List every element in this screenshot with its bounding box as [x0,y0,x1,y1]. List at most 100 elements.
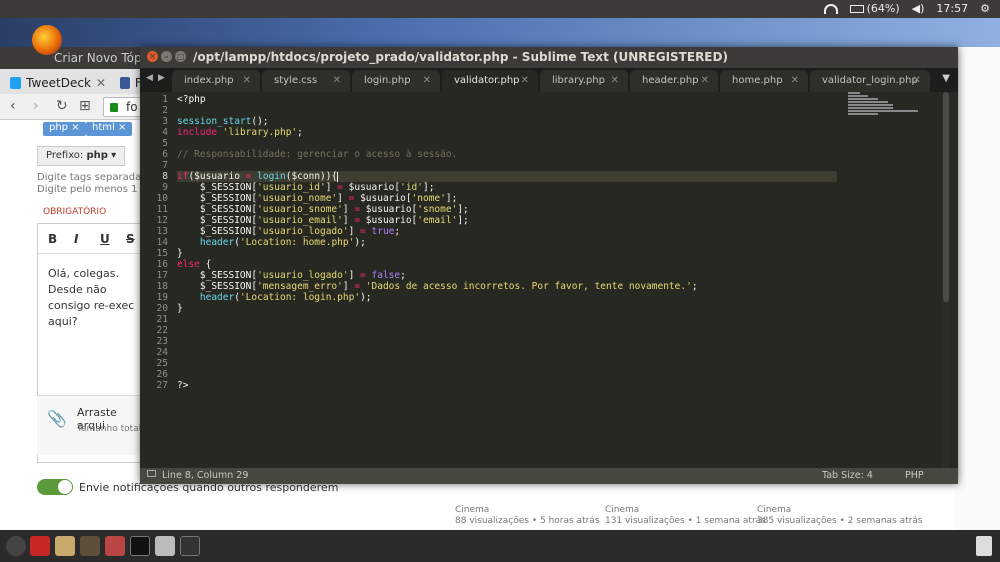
strike-button[interactable]: S [126,232,135,246]
trash-icon[interactable] [976,536,992,556]
close-icon: ✕ [700,75,709,86]
tab-login-php[interactable]: login.php ✕ [352,70,440,92]
underline-button[interactable]: U [100,232,110,246]
line-number: 9 [162,182,168,193]
italic-button[interactable]: I [74,232,78,246]
sublime-icon[interactable] [180,536,200,556]
code-line: $_SESSION['usuario_id'] = $usuario['id']… [177,182,435,193]
tag-html[interactable]: html × [86,122,133,136]
tab-scroll-right-icon[interactable]: ▶ [158,73,165,83]
code-line: } [177,248,183,259]
line-number: 25 [156,358,168,369]
code-line: include 'library.php'; [177,127,303,138]
attach-area[interactable]: 📎 Arraste arqui Tamanho total [37,395,147,455]
close-icon: ✕ [332,75,341,86]
line-number: 17 [156,270,168,281]
forward-icon[interactable]: › [33,98,39,114]
tab-home-php[interactable]: home.php ✕ [720,70,808,92]
tab-tweetdeck[interactable]: TweetDeck ✕ [4,72,112,94]
url-bar[interactable]: fo [103,97,143,117]
maximize-window-icon[interactable]: □ [175,51,186,62]
taskbar-dock [0,530,1000,562]
reload-icon[interactable]: ↻ [56,98,68,114]
code-line: header('Location: home.php'); [199,237,366,248]
battery-icon [849,5,864,13]
line-number: 27 [156,380,168,391]
line-number: 6 [162,149,168,160]
tab-library-php[interactable]: library.php ✕ [540,70,628,92]
line-number: 7 [162,160,168,171]
caret-down-icon: ▾ [111,150,117,161]
facebook-icon [120,77,130,89]
related-item[interactable]: Cinema 88 visualizações • 5 horas atrás [455,505,600,527]
line-number: 2 [162,105,168,116]
sublime-statusbar: Line 8, Column 29 Tab Size: 4 PHP [140,468,958,484]
code-line-current: if($usuario = login($conn)){ [177,171,837,182]
close-icon: ✕ [422,75,431,86]
tab-validator-php[interactable]: validator.php ✕ [442,70,538,92]
clock[interactable]: 17:57 [936,2,968,15]
editor-text[interactable]: Olá, colegas. Desde não consigo re-exec … [48,266,148,330]
tab-list-dropdown-icon[interactable]: ▼ [942,73,950,84]
firefox-window-title: Criar Novo Tópic [54,51,152,65]
line-number: 5 [162,138,168,149]
terminal-icon[interactable] [130,536,150,556]
app-icon[interactable] [30,536,50,556]
tab-index-php[interactable]: index.php ✕ [172,70,260,92]
line-number: 11 [156,204,168,215]
line-number: 3 [162,116,168,127]
paperclip-icon: 📎 [47,409,67,428]
tab-style-css[interactable]: style.css ✕ [262,70,350,92]
battery-indicator[interactable]: (64%) [849,2,900,15]
vertical-scrollbar[interactable] [942,92,950,468]
code-content[interactable]: <?php session_start(); include 'library.ph… [177,92,837,391]
files-icon[interactable] [55,536,75,556]
close-window-icon[interactable]: ✕ [147,51,158,62]
line-number: 15 [156,248,168,259]
tag-php[interactable]: php × [43,122,86,136]
line-number: 12 [156,215,168,226]
gear-icon[interactable]: ⚙ [980,2,990,15]
app-icon[interactable] [105,536,125,556]
minimap[interactable] [848,92,938,132]
line-number: 24 [156,347,168,358]
line-number: 13 [156,226,168,237]
sublime-titlebar[interactable]: ✕ – □ /opt/lampp/htdocs/projeto_prado/va… [140,47,958,68]
sublime-tabbar: ◀ ▶ index.php ✕ style.css ✕ login.php ✕ val… [140,68,958,92]
launcher-icon[interactable] [6,536,26,556]
code-line: session_start(); [177,116,269,127]
twitter-icon [10,77,22,89]
notify-toggle[interactable] [37,479,73,495]
line-number: 22 [156,325,168,336]
tab-scroll-left-icon[interactable]: ◀ [146,73,153,83]
bold-button[interactable]: B [48,232,57,246]
close-icon[interactable]: ✕ [96,76,106,90]
scrollbar-thumb[interactable] [943,92,949,302]
related-item[interactable]: Cinema 131 visualizações • 1 semana atrás [605,505,766,527]
panel-toggle-icon[interactable] [147,470,156,477]
close-icon: ✕ [912,75,921,86]
close-icon: ✕ [790,75,799,86]
minimize-window-icon[interactable]: – [161,51,172,62]
tab-size[interactable]: Tab Size: 4 [822,470,873,481]
syntax-mode[interactable]: PHP [905,470,924,481]
app-icon[interactable] [155,536,175,556]
back-icon[interactable]: ‹ [10,98,16,114]
app-icon[interactable] [80,536,100,556]
line-number: 26 [156,369,168,380]
sublime-window[interactable]: ✕ – □ /opt/lampp/htdocs/projeto_prado/va… [140,47,958,484]
grid-icon[interactable]: ⊞ [79,98,91,114]
editor-area[interactable]: 1 2 3 4 5 6 7 8 9 10 11 12 13 14 15 16 17 18 19 20 21 22 23 24 2… [140,92,958,468]
prefix-select[interactable]: Prefixo: php ▾ [37,146,126,166]
code-line: $_SESSION['usuario_snome'] = $usuario['s… [177,204,469,215]
volume-icon[interactable]: ◀) [912,2,925,15]
lock-icon [110,103,118,112]
tab-validator-login-php[interactable]: validator_login.php ✕ [810,70,930,92]
related-item[interactable]: Cinema 385 visualizações • 2 semanas atrá… [757,505,923,527]
tab-header-php[interactable]: header.php ✕ [630,70,718,92]
wifi-icon[interactable] [823,3,838,14]
related-topics-row: Cinema 88 visualizações • 5 horas atrás C… [443,505,955,530]
